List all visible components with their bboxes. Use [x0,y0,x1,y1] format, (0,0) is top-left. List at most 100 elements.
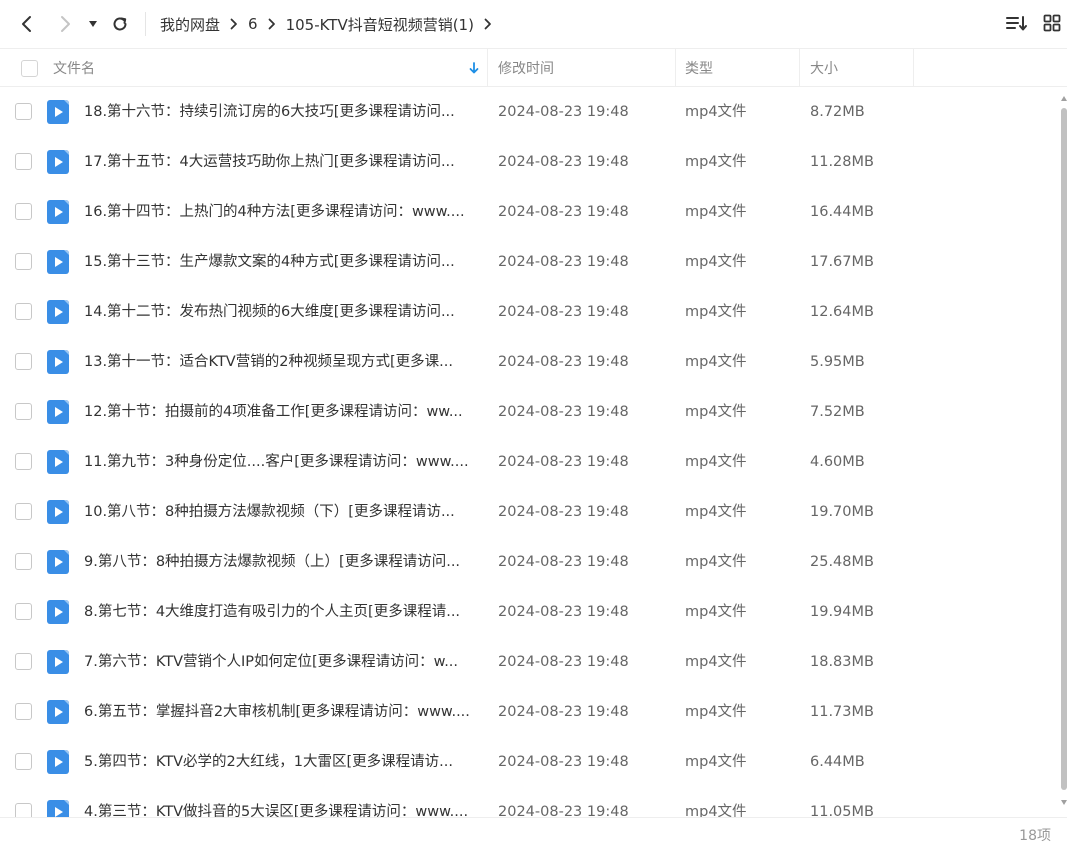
sort-descending-icon[interactable] [469,49,479,87]
file-type: mp4文件 [685,454,747,470]
file-type: mp4文件 [685,754,747,770]
scrollbar-thumb[interactable] [1061,108,1067,790]
file-name: 15.第十三节：生产爆款文案的4种方式[更多课程请访问... [84,254,455,270]
row-checkbox[interactable] [15,803,32,817]
file-row[interactable]: 14.第十二节：发布热门视频的6大维度[更多课程请访问... 2024-08-2… [0,287,1060,337]
file-type: mp4文件 [685,154,747,170]
column-divider[interactable] [675,49,676,87]
row-checkbox[interactable] [15,353,32,370]
file-type: mp4文件 [685,104,747,120]
row-checkbox[interactable] [15,603,32,620]
chevron-right-icon[interactable] [484,18,492,30]
file-row[interactable]: 13.第十一节：适合KTV营销的2种视频呈现方式[更多课... 2024-08-… [0,337,1060,387]
breadcrumb: 我的网盘 6 105-KTV抖音短视频营销(1) [160,12,502,36]
breadcrumb-item-current[interactable]: 105-KTV抖音短视频营销(1) [286,14,474,35]
sort-list-icon [1006,14,1028,36]
file-modified: 2024-08-23 19:48 [498,704,629,720]
file-row[interactable]: 16.第十四节：上热门的4种方法[更多课程请访问：www.... 2024-08… [0,187,1060,237]
row-checkbox[interactable] [15,653,32,670]
column-divider[interactable] [799,49,800,87]
file-row[interactable]: 18.第十六节：持续引流订房的6大技巧[更多课程请访问... 2024-08-2… [0,87,1060,137]
row-checkbox[interactable] [15,753,32,770]
row-checkbox[interactable] [15,453,32,470]
file-size: 17.67MB [810,254,874,270]
column-header-name[interactable]: 文件名 [53,49,95,87]
file-row[interactable]: 7.第六节：KTV营销个人IP如何定位[更多课程请访问：w... 2024-08… [0,637,1060,687]
file-modified: 2024-08-23 19:48 [498,104,629,120]
row-checkbox[interactable] [15,553,32,570]
file-type: mp4文件 [685,504,747,520]
select-all-checkbox[interactable] [21,59,38,77]
file-name: 12.第十节：拍摄前的4项准备工作[更多课程请访问：ww... [84,404,463,420]
video-file-icon [47,550,69,574]
file-row[interactable]: 5.第四节：KTV必学的2大红线，1大雷区[更多课程请访... 2024-08-… [0,737,1060,787]
file-row[interactable]: 6.第五节：掌握抖音2大审核机制[更多课程请访问：www.... 2024-08… [0,687,1060,737]
file-row[interactable]: 4.第三节：KTV做抖音的5大误区[更多课程请访问：www.... 2024-0… [0,787,1060,817]
file-size: 11.05MB [810,804,874,817]
file-size: 5.95MB [810,354,865,370]
column-header: 文件名 修改时间 类型 大小 [0,48,1067,87]
video-file-icon [47,750,69,774]
scroll-up-arrow-icon[interactable] [1061,96,1067,101]
file-size: 19.70MB [810,504,874,520]
file-type: mp4文件 [685,404,747,420]
row-checkbox[interactable] [15,703,32,720]
video-file-icon [47,450,69,474]
refresh-button[interactable] [108,12,132,36]
column-divider[interactable] [913,49,914,87]
file-row[interactable]: 17.第十五节：4大运营技巧助你上热门[更多课程请访问... 2024-08-2… [0,137,1060,187]
row-checkbox[interactable] [15,503,32,520]
video-file-icon [47,150,69,174]
file-name: 10.第八节：8种拍摄方法爆款视频（下）[更多课程请访... [84,504,455,520]
file-row[interactable]: 11.第九节：3种身份定位....客户[更多课程请访问：www.... 2024… [0,437,1060,487]
file-modified: 2024-08-23 19:48 [498,254,629,270]
file-size: 6.44MB [810,754,865,770]
row-checkbox[interactable] [15,153,32,170]
file-modified: 2024-08-23 19:48 [498,404,629,420]
forward-button[interactable] [54,12,78,36]
file-name: 6.第五节：掌握抖音2大审核机制[更多课程请访问：www.... [84,704,470,720]
file-modified: 2024-08-23 19:48 [498,454,629,470]
file-type: mp4文件 [685,704,747,720]
column-header-type[interactable]: 类型 [685,49,713,87]
row-checkbox[interactable] [15,103,32,120]
file-row[interactable]: 10.第八节：8种拍摄方法爆款视频（下）[更多课程请访... 2024-08-2… [0,487,1060,537]
file-row[interactable]: 12.第十节：拍摄前的4项准备工作[更多课程请访问：ww... 2024-08-… [0,387,1060,437]
row-checkbox[interactable] [15,253,32,270]
chevron-right-icon [268,18,276,30]
file-row[interactable]: 8.第七节：4大维度打造有吸引力的个人主页[更多课程请... 2024-08-2… [0,587,1060,637]
file-row[interactable]: 15.第十三节：生产爆款文案的4种方式[更多课程请访问... 2024-08-2… [0,237,1060,287]
caret-down-icon [88,20,98,28]
chevron-right-icon [230,18,238,30]
file-size: 7.52MB [810,404,865,420]
column-divider[interactable] [487,49,488,87]
file-name: 16.第十四节：上热门的4种方法[更多课程请访问：www.... [84,204,465,220]
file-type: mp4文件 [685,604,747,620]
sort-button[interactable] [1006,14,1028,36]
column-header-modified[interactable]: 修改时间 [498,49,554,87]
breadcrumb-item-root[interactable]: 我的网盘 [160,14,220,35]
toolbar: 我的网盘 6 105-KTV抖音短视频营销(1) [0,0,1067,48]
back-button[interactable] [14,12,38,36]
grid-view-button[interactable] [1041,14,1063,36]
file-size: 8.72MB [810,104,865,120]
file-name: 9.第八节：8种拍摄方法爆款视频（上）[更多课程请访问... [84,554,461,570]
video-file-icon [47,800,69,817]
row-checkbox[interactable] [15,203,32,220]
file-row[interactable]: 9.第八节：8种拍摄方法爆款视频（上）[更多课程请访问... 2024-08-2… [0,537,1060,587]
column-header-size[interactable]: 大小 [810,49,838,87]
video-file-icon [47,600,69,624]
row-checkbox[interactable] [15,303,32,320]
item-count: 18项 [1019,828,1051,844]
file-size: 4.60MB [810,454,865,470]
file-modified: 2024-08-23 19:48 [498,554,629,570]
history-dropdown-button[interactable] [84,12,102,36]
row-checkbox[interactable] [15,403,32,420]
video-file-icon [47,350,69,374]
file-modified: 2024-08-23 19:48 [498,604,629,620]
file-name: 5.第四节：KTV必学的2大红线，1大雷区[更多课程请访... [84,754,453,770]
file-list: 18.第十六节：持续引流订房的6大技巧[更多课程请访问... 2024-08-2… [0,87,1060,817]
scroll-down-arrow-icon[interactable] [1061,800,1067,805]
file-type: mp4文件 [685,554,747,570]
breadcrumb-item-folder[interactable]: 6 [248,15,258,33]
